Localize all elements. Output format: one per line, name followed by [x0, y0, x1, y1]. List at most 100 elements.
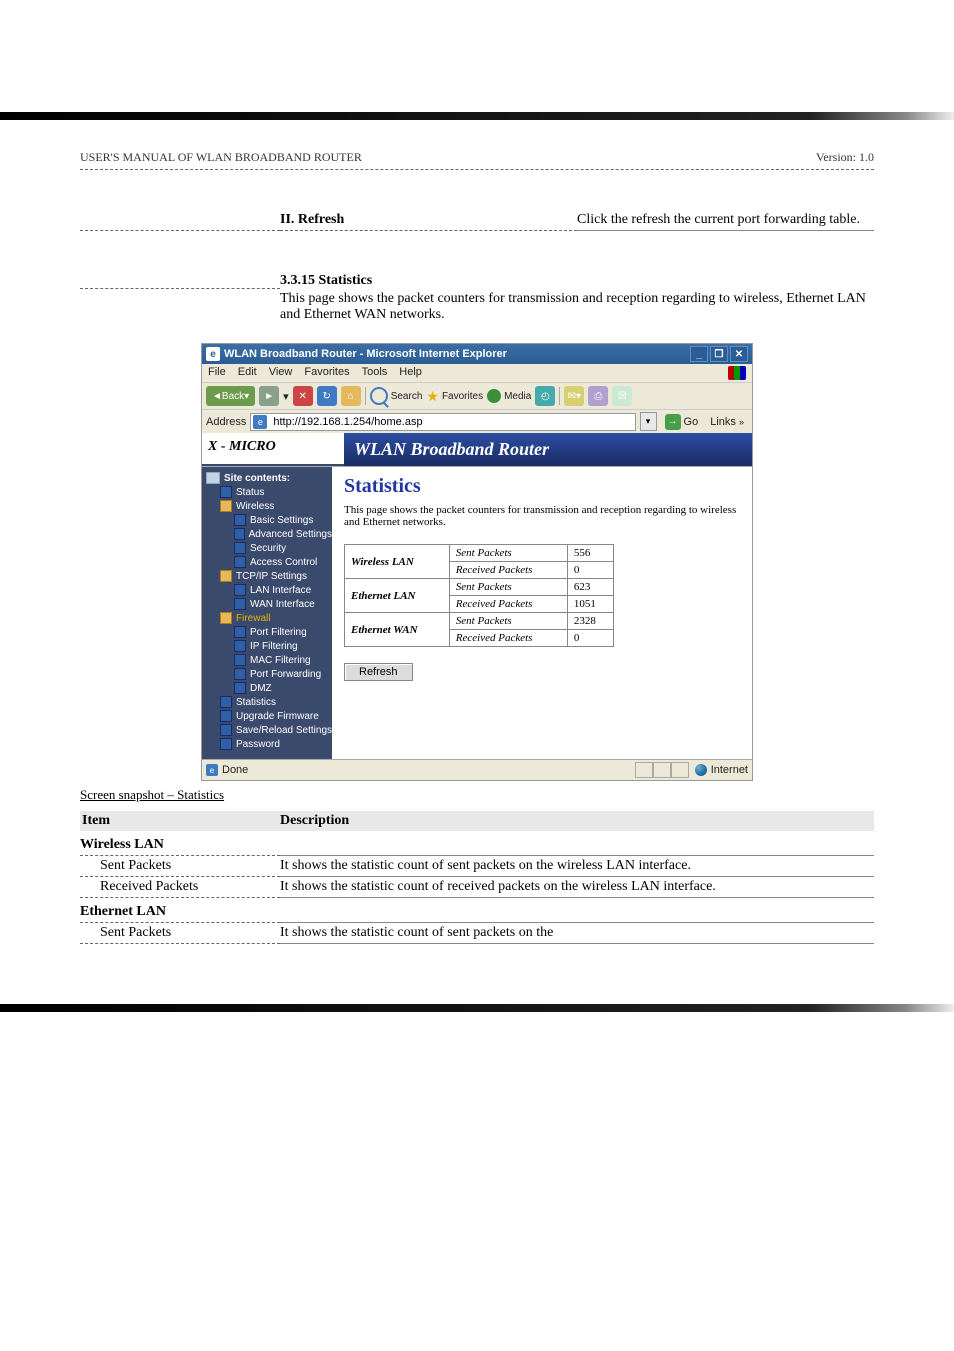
stop-button[interactable]: ✕: [293, 386, 313, 406]
guide-name: USER'S MANUAL OF WLAN BROADBAND ROUTER: [80, 150, 362, 165]
page-title: Statistics: [344, 475, 740, 498]
go-arrow-icon: →: [665, 414, 681, 430]
restore-button[interactable]: ❐: [710, 346, 728, 362]
stats-table: Wireless LAN Sent Packets 556 Received P…: [344, 544, 614, 647]
go-label: Go: [684, 416, 699, 428]
brand-logo: X - MICRO: [202, 433, 344, 466]
close-button[interactable]: ✕: [730, 346, 748, 362]
header-desc: Description: [280, 813, 874, 829]
status-page-icon: e: [206, 764, 218, 776]
content-area: Site contents: Status Wireless Basic Set…: [202, 466, 752, 759]
menu-help[interactable]: Help: [399, 366, 422, 380]
spacer: [280, 902, 874, 923]
nav-access-control[interactable]: Access Control: [206, 555, 332, 569]
folder-icon: [220, 570, 232, 582]
status-zone: Internet: [695, 764, 748, 776]
nav-tcpip[interactable]: TCP/IP Settings: [206, 569, 332, 583]
cell-wlan-sent-label: Sent Packets: [449, 545, 567, 562]
menu-view[interactable]: View: [269, 366, 293, 380]
page-icon: [220, 696, 232, 708]
refresh-button[interactable]: Refresh: [344, 663, 413, 681]
brand-title: WLAN Broadband Router: [344, 433, 752, 466]
cell-elan-recv-label: Received Packets: [449, 596, 567, 613]
field-ethernet-lan: Ethernet LAN: [80, 902, 280, 923]
nav-wan-interface[interactable]: WAN Interface: [206, 597, 332, 611]
discuss-button[interactable]: ☒: [612, 386, 632, 406]
address-input[interactable]: [271, 415, 632, 429]
spacer: [80, 284, 280, 289]
cell-elan-sent-label: Sent Packets: [449, 579, 567, 596]
nav-status[interactable]: Status: [206, 485, 332, 499]
toolbar: ◄ Back ▾ ► ▾ ✕ ↻ ⌂ Search ★Favorites Med…: [202, 382, 752, 409]
chevron-right-icon: »: [739, 417, 744, 427]
field-elan-sent-desc: It shows the statistic count of sent pac…: [280, 923, 874, 944]
spacer: [280, 835, 874, 856]
menu-favorites[interactable]: Favorites: [304, 366, 349, 380]
home-button[interactable]: ⌂: [341, 386, 361, 406]
media-button[interactable]: Media: [487, 386, 531, 406]
item-refresh-row: II. Refresh Click the refresh the curren…: [80, 210, 874, 231]
mail-button[interactable]: ✉▾: [564, 386, 584, 406]
minimize-button[interactable]: _: [690, 346, 708, 362]
field-elan-sent: Sent Packets: [80, 923, 280, 944]
screenshot-window: e WLAN Broadband Router - Microsoft Inte…: [201, 343, 753, 781]
nav-ip-filtering[interactable]: IP Filtering: [206, 639, 332, 653]
page-icon: [234, 556, 246, 568]
media-icon: [487, 389, 501, 403]
running-header: USER'S MANUAL OF WLAN BROADBAND ROUTER V…: [80, 150, 874, 170]
nav-port-forwarding[interactable]: Port Forwarding: [206, 667, 332, 681]
heading-3-3-15-row: 3.3.15 Statistics: [80, 271, 874, 289]
globe-icon: [695, 764, 707, 776]
nav-basic-settings[interactable]: Basic Settings: [206, 513, 332, 527]
nav-upgrade-firmware[interactable]: Upgrade Firmware: [206, 709, 332, 723]
page-top-border: [0, 112, 954, 120]
forward-button[interactable]: ►: [259, 386, 279, 406]
nav-lan-interface[interactable]: LAN Interface: [206, 583, 332, 597]
menu-edit[interactable]: Edit: [238, 366, 257, 380]
favorites-button[interactable]: ★Favorites: [426, 386, 483, 406]
folder-icon: [220, 500, 232, 512]
folder-icon: [220, 612, 232, 624]
address-dropdown[interactable]: ▾: [640, 412, 657, 431]
page-icon: [220, 710, 232, 722]
fields-block: Item Description Wireless LAN Sent Packe…: [80, 811, 874, 944]
links-label[interactable]: Links »: [706, 416, 748, 428]
nav-security[interactable]: Security: [206, 541, 332, 555]
search-button[interactable]: Search: [370, 386, 423, 406]
document-body: USER'S MANUAL OF WLAN BROADBAND ROUTER V…: [80, 150, 874, 944]
nav-save-reload[interactable]: Save/Reload Settings: [206, 723, 332, 737]
ie-icon: e: [206, 347, 220, 361]
nav-wireless[interactable]: Wireless: [206, 499, 332, 513]
page-icon: [220, 724, 232, 736]
nav-advanced-settings[interactable]: Advanced Settings: [206, 527, 332, 541]
nav-password[interactable]: Password: [206, 737, 332, 751]
menu-file[interactable]: File: [208, 366, 226, 380]
nav-mac-filtering[interactable]: MAC Filtering: [206, 653, 332, 667]
address-box[interactable]: e: [250, 413, 635, 431]
nav-dmz[interactable]: DMZ: [206, 681, 332, 695]
history-button[interactable]: ◴: [535, 386, 555, 406]
page-icon: [234, 640, 246, 652]
windows-flag-icon: [728, 366, 746, 380]
nav-statistics[interactable]: Statistics: [206, 695, 332, 709]
menu-bar: File Edit View Favorites Tools Help: [202, 364, 752, 382]
nav-port-filtering[interactable]: Port Filtering: [206, 625, 332, 639]
star-icon: ★: [426, 388, 439, 405]
cell-ewan-sent-label: Sent Packets: [449, 613, 567, 630]
cell-ewan-recv-label: Received Packets: [449, 630, 567, 647]
print-button[interactable]: ⎙: [588, 386, 608, 406]
cell-wlan-recv-label: Received Packets: [449, 562, 567, 579]
favorites-label: Favorites: [442, 391, 483, 402]
menu-tools[interactable]: Tools: [362, 366, 388, 380]
status-panes: [635, 762, 689, 778]
go-button[interactable]: →Go: [661, 414, 703, 430]
refresh-button[interactable]: ↻: [317, 386, 337, 406]
sidebar: Site contents: Status Wireless Basic Set…: [202, 467, 332, 759]
field-wireless-lan: Wireless LAN: [80, 835, 280, 856]
back-label: Back: [222, 391, 244, 402]
back-button[interactable]: ◄ Back ▾: [206, 386, 255, 406]
page-icon: [220, 486, 232, 498]
nav-firewall[interactable]: Firewall: [206, 611, 332, 625]
media-label: Media: [504, 391, 531, 402]
fields-header: Item Description: [80, 811, 874, 831]
